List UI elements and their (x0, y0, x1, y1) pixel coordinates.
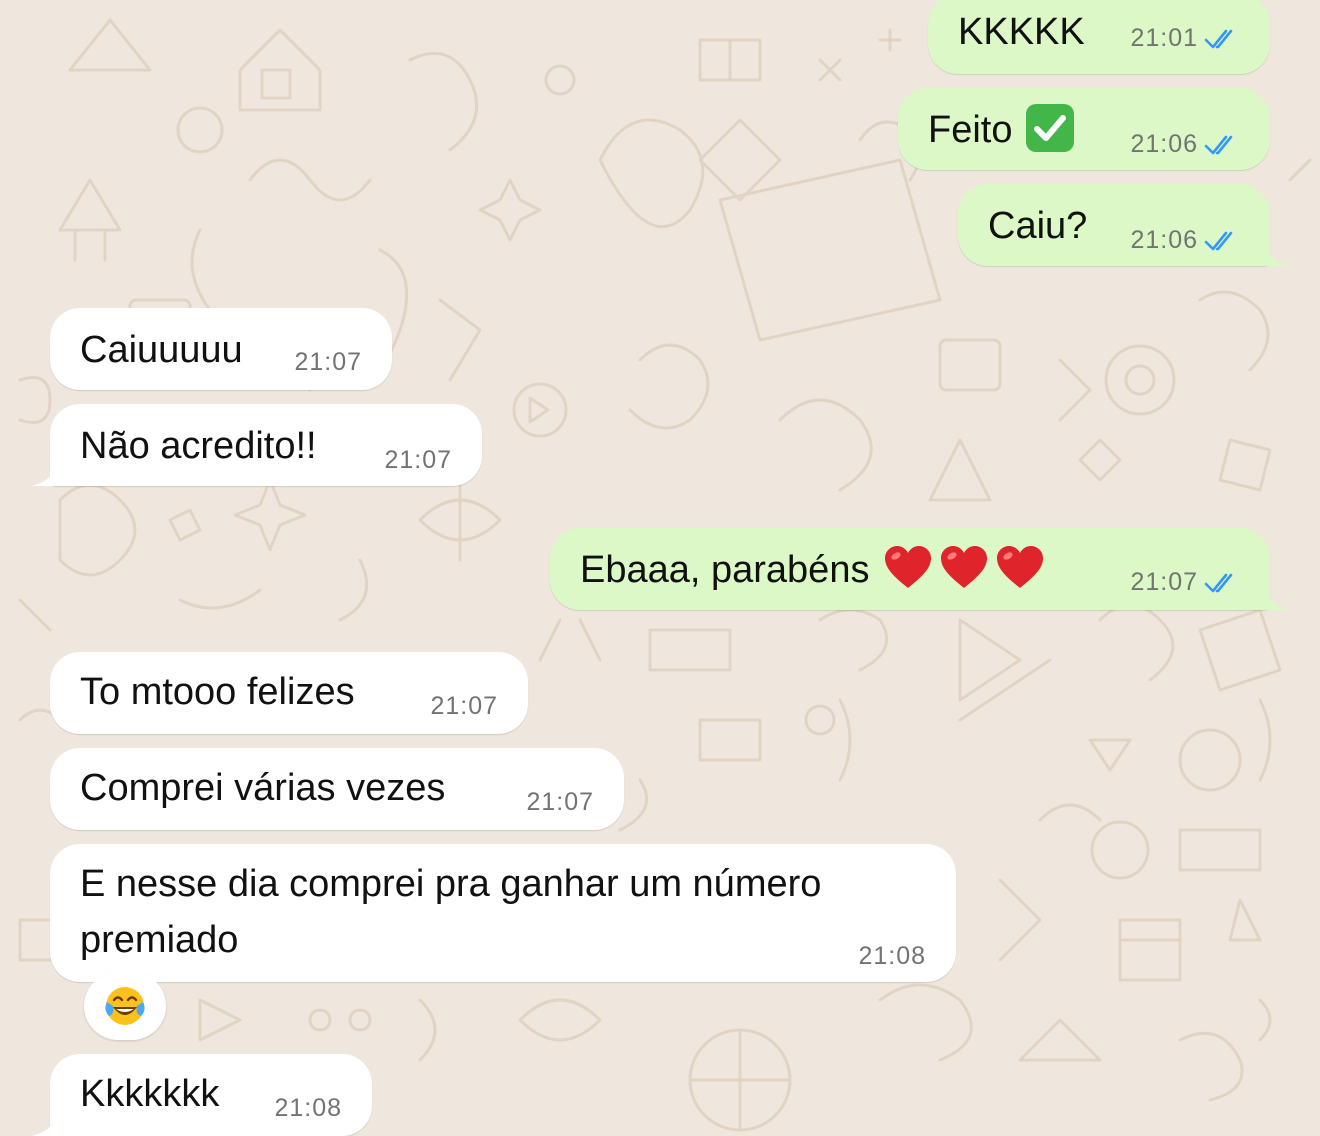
message-text-row: Ebaaa, parabéns (580, 542, 1045, 598)
red-heart-emoji (941, 546, 988, 588)
message-text: Feito (928, 109, 1013, 151)
message-text: Não acredito!! (80, 425, 317, 467)
message-bubble-incoming[interactable]: Não acredito!! 21:07 (32, 404, 482, 486)
message-bubble-incoming[interactable]: To mtooo felizes 21:07 (50, 652, 528, 734)
message-timestamp: 21:06 (1130, 226, 1198, 254)
message-bubble-outgoing[interactable]: Ebaaa, parabéns 21:07 (550, 528, 1290, 610)
message-timestamp: 21:06 (1130, 130, 1198, 158)
message-meta: 21:06 (1130, 130, 1240, 159)
message-text: Comprei várias vezes (80, 767, 446, 809)
message-timestamp: 21:07 (294, 348, 362, 376)
double-check-icon (1204, 135, 1233, 154)
message-timestamp: 21:08 (858, 942, 926, 970)
message-bubble-outgoing[interactable]: Caiu? 21:06 (958, 184, 1290, 266)
message-meta: 21:01 (1130, 24, 1240, 53)
double-check-icon (1204, 231, 1233, 250)
message-text-row: Feito (928, 102, 1076, 158)
message-timestamp: 21:08 (274, 1094, 342, 1122)
message-timestamp: 21:07 (384, 446, 452, 474)
message-bubble-incoming[interactable]: Kkkkkkk 21:08 (32, 1054, 372, 1136)
message-meta: 21:07 (526, 788, 594, 817)
message-bubble-outgoing[interactable]: Feito 21:06 (898, 88, 1270, 170)
message-timestamp: 21:07 (430, 692, 498, 720)
bubble-tail (1262, 236, 1290, 266)
message-timestamp: 21:07 (526, 788, 594, 816)
bubble-tail (1262, 580, 1290, 610)
message-bubble-incoming[interactable]: E nesse dia comprei pra ganhar um número… (50, 844, 956, 982)
message-text: Caiu? (988, 205, 1088, 247)
chat-message-list: KKKKK 21:01 Feito 21:06 Caiu? 21:06 Caiu… (0, 0, 1320, 1136)
message-meta: 21:06 (1130, 226, 1240, 255)
message-bubble-incoming[interactable]: Caiuuuuu 21:07 (50, 308, 392, 390)
message-reaction[interactable] (84, 972, 166, 1040)
red-heart-emoji (997, 546, 1044, 588)
message-meta: 21:08 (858, 942, 926, 971)
message-timestamp: 21:01 (1130, 24, 1198, 52)
message-text: Ebaaa, parabéns (580, 549, 870, 591)
message-meta: 21:07 (294, 348, 362, 377)
message-timestamp: 21:07 (1130, 568, 1198, 596)
bubble-tail (32, 456, 60, 486)
message-text: KKKKK (958, 11, 1085, 53)
message-meta: 21:07 (430, 692, 498, 721)
check-mark-button-emoji (1026, 104, 1075, 152)
red-heart-emoji (885, 546, 932, 588)
message-meta: 21:07 (1130, 568, 1240, 597)
message-meta: 21:07 (384, 446, 452, 475)
message-bubble-outgoing[interactable]: KKKKK 21:01 (928, 0, 1270, 74)
message-text: To mtooo felizes (80, 671, 355, 713)
message-meta: 21:08 (274, 1094, 342, 1123)
bubble-tail (32, 1106, 60, 1136)
double-check-icon (1204, 573, 1233, 592)
message-text: Kkkkkkk (80, 1073, 220, 1115)
face-with-tears-of-joy-emoji (105, 987, 145, 1025)
message-text: Caiuuuuu (80, 329, 243, 371)
double-check-icon (1204, 29, 1233, 48)
message-bubble-incoming[interactable]: Comprei várias vezes 21:07 (50, 748, 624, 830)
message-text: E nesse dia comprei pra ganhar um número… (80, 863, 822, 961)
